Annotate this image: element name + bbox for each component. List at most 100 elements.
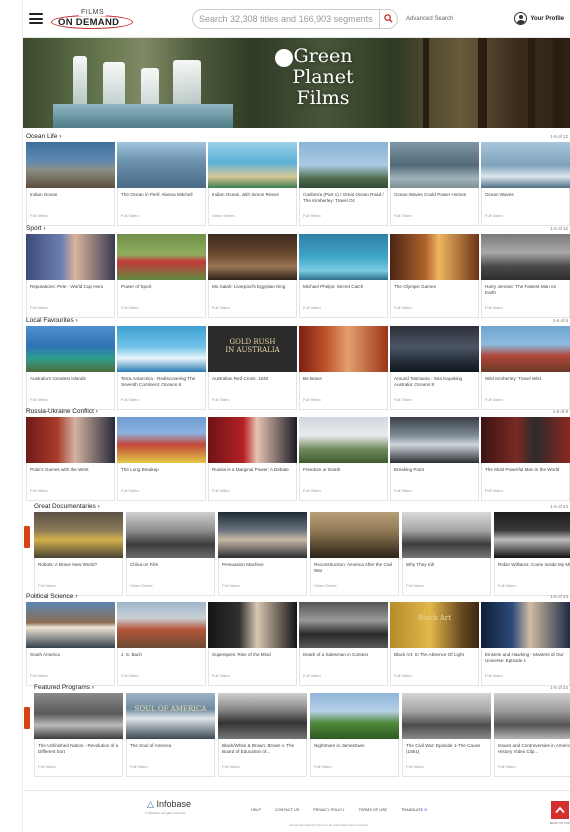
- video-title[interactable]: Nightmare in Jamestown: [314, 743, 395, 759]
- video-thumbnail[interactable]: [481, 234, 570, 280]
- video-card[interactable]: The Most Powerful Man in the World Full V…: [481, 417, 570, 501]
- video-card[interactable]: Putin's Games with the West Full Video: [26, 417, 115, 501]
- video-thumbnail[interactable]: [218, 512, 307, 558]
- video-thumbnail[interactable]: [299, 417, 388, 463]
- video-thumbnail[interactable]: [26, 326, 115, 372]
- video-title[interactable]: The Ocean in Peril: Alanna Mitchell: [121, 192, 202, 208]
- video-title[interactable]: The Unfinished Nation - Revolution of a …: [38, 743, 119, 759]
- video-card[interactable]: Death of a Salesman in Context Full Video: [299, 602, 388, 686]
- video-title[interactable]: Reconstruction: America After the Civil …: [314, 562, 395, 578]
- section-title[interactable]: Featured Programs: [34, 684, 94, 691]
- video-card[interactable]: Einstein and Hawking - Masters of Our Un…: [481, 602, 570, 686]
- video-title[interactable]: Reputations: Pele - World Cup Hero: [30, 284, 111, 300]
- video-thumbnail[interactable]: [299, 142, 388, 188]
- video-title[interactable]: Australia's Greatest Islands: [30, 376, 111, 392]
- video-title[interactable]: Mo Salah: Liverpool's Egyptian King: [212, 284, 293, 300]
- video-title[interactable]: Ocean Waves Could Power Homes: [394, 192, 475, 208]
- advanced-search-link[interactable]: Advanced Search: [406, 16, 453, 22]
- video-title[interactable]: Terra Antarctica - Rediscovering The Sev…: [121, 376, 202, 392]
- video-thumbnail[interactable]: [117, 602, 206, 648]
- section-title[interactable]: Ocean Life: [26, 133, 61, 140]
- video-title[interactable]: Canberra (Part 1) / Great Ocean Road / T…: [303, 192, 384, 208]
- video-thumbnail[interactable]: [299, 602, 388, 648]
- video-thumbnail[interactable]: [218, 693, 307, 739]
- video-thumbnail[interactable]: [310, 693, 399, 739]
- video-card[interactable]: Freedom or Death Full Video: [299, 417, 388, 501]
- video-card[interactable]: Persuasion Machine Full Video: [218, 512, 307, 596]
- menu-icon[interactable]: [29, 13, 43, 24]
- section-title[interactable]: Great Documentaries: [34, 503, 100, 510]
- video-card[interactable]: Superspies: Rise of the Mind Full Video: [208, 602, 297, 686]
- video-title[interactable]: Russia is a Marginal Power: A Debate: [212, 467, 293, 483]
- video-card[interactable]: Breaking Point Full Video: [390, 417, 479, 501]
- video-title[interactable]: Breaking Point: [394, 467, 475, 483]
- section-title[interactable]: Russia-Ukraine Conflict: [26, 408, 98, 415]
- video-thumbnail[interactable]: [481, 602, 570, 648]
- video-thumbnail[interactable]: [208, 602, 297, 648]
- video-card[interactable]: Mo Salah: Liverpool's Egyptian King Full …: [208, 234, 297, 318]
- video-thumbnail[interactable]: [390, 142, 479, 188]
- video-thumbnail[interactable]: [117, 142, 206, 188]
- video-card[interactable]: The Olympic Games Full Video: [390, 234, 479, 318]
- films-on-demand-logo[interactable]: FILMS ON DEMAND: [49, 8, 135, 30]
- video-title[interactable]: Power of Sport: [121, 284, 202, 300]
- video-title[interactable]: Issues and Controversies in American His…: [498, 743, 570, 759]
- video-card[interactable]: Indian Ocean Full Video: [26, 142, 115, 226]
- video-title[interactable]: Indian Ocean: [30, 192, 111, 208]
- video-card[interactable]: Harry Jerome: The Fastest Man on Earth Fu…: [481, 234, 570, 318]
- video-thumbnail[interactable]: [481, 326, 570, 372]
- video-thumbnail[interactable]: [208, 417, 297, 463]
- video-card[interactable]: Robin Williams: Come Inside My Mind Full …: [494, 512, 570, 596]
- video-card[interactable]: Russia is a Marginal Power: A Debate Full…: [208, 417, 297, 501]
- video-title[interactable]: Australian Red Cross, 1940: [212, 376, 293, 392]
- video-thumbnail[interactable]: SOUL OF AMERICA: [126, 693, 215, 739]
- video-title[interactable]: Indian Ocean, with Simon Reeve: [212, 192, 293, 208]
- video-thumbnail[interactable]: [126, 512, 215, 558]
- video-title[interactable]: Einstein and Hawking - Masters of Our Un…: [485, 652, 566, 668]
- video-title[interactable]: China on Film: [130, 562, 211, 578]
- video-thumbnail[interactable]: [494, 512, 570, 558]
- video-title[interactable]: Ocean Waves: [485, 192, 566, 208]
- video-card[interactable]: Reconstruction: America After the Civil …: [310, 512, 399, 596]
- video-card[interactable]: GOLD RUSH IN AUSTRALIA Australian Red Cro…: [208, 326, 297, 410]
- video-title[interactable]: The Long Breakup: [121, 467, 202, 483]
- video-card[interactable]: Black/White & Brown: Brown v. The Board …: [218, 693, 307, 777]
- video-thumbnail[interactable]: [390, 234, 479, 280]
- video-card[interactable]: Be Brave Full Video: [299, 326, 388, 410]
- video-title[interactable]: The Civil War: Episode 1-The Cause (1861…: [406, 743, 487, 759]
- video-card[interactable]: Terra Antarctica - Rediscovering The Sev…: [117, 326, 206, 410]
- video-thumbnail[interactable]: [390, 417, 479, 463]
- section-title[interactable]: Political Science: [26, 593, 77, 600]
- video-card[interactable]: Indian Ocean, with Simon Reeve Video Seri…: [208, 142, 297, 226]
- video-thumbnail[interactable]: [299, 234, 388, 280]
- video-title[interactable]: The Soul of America: [130, 743, 211, 759]
- section-title[interactable]: Local Favourites: [26, 317, 78, 324]
- back-to-top-button[interactable]: [551, 801, 569, 819]
- video-thumbnail[interactable]: [208, 142, 297, 188]
- video-card[interactable]: Why They Kill Full Video: [402, 512, 491, 596]
- video-title[interactable]: Robots: A Brave New World?: [38, 562, 119, 578]
- hero-banner[interactable]: Green Planet Films: [23, 38, 570, 128]
- video-card[interactable]: The Civil War: Episode 1-The Cause (1861…: [402, 693, 491, 777]
- video-thumbnail[interactable]: GOLD RUSH IN AUSTRALIA: [208, 326, 297, 372]
- video-card[interactable]: Ocean Waves Full Video: [481, 142, 570, 226]
- video-thumbnail[interactable]: [34, 693, 123, 739]
- video-title[interactable]: Freedom or Death: [303, 467, 384, 483]
- side-tab[interactable]: [24, 707, 30, 729]
- video-card[interactable]: Wild Kimberley: Travel Wild Full Video: [481, 326, 570, 410]
- video-thumbnail[interactable]: [390, 326, 479, 372]
- video-card[interactable]: The Long Breakup Full Video: [117, 417, 206, 501]
- video-card[interactable]: China on Film Video Series: [126, 512, 215, 596]
- video-thumbnail[interactable]: [117, 326, 206, 372]
- video-thumbnail[interactable]: [299, 326, 388, 372]
- footer-link-help[interactable]: HELP: [251, 808, 261, 812]
- video-card[interactable]: Australia's Greatest Islands Full Video: [26, 326, 115, 410]
- video-card[interactable]: Michael Phelps: Secret Catch Full Video: [299, 234, 388, 318]
- video-card[interactable]: SOUL OF AMERICA The Soul of America Full V…: [126, 693, 215, 777]
- video-title[interactable]: South America: [30, 652, 111, 668]
- video-card[interactable]: Around Tasmania - Sea Kayaking Australia…: [390, 326, 479, 410]
- video-title[interactable]: Persuasion Machine: [222, 562, 303, 578]
- footer-link-privacy[interactable]: PRIVACY POLICY: [313, 808, 344, 812]
- video-card[interactable]: Power of Sport Full Video: [117, 234, 206, 318]
- video-title[interactable]: The Olympic Games: [394, 284, 475, 300]
